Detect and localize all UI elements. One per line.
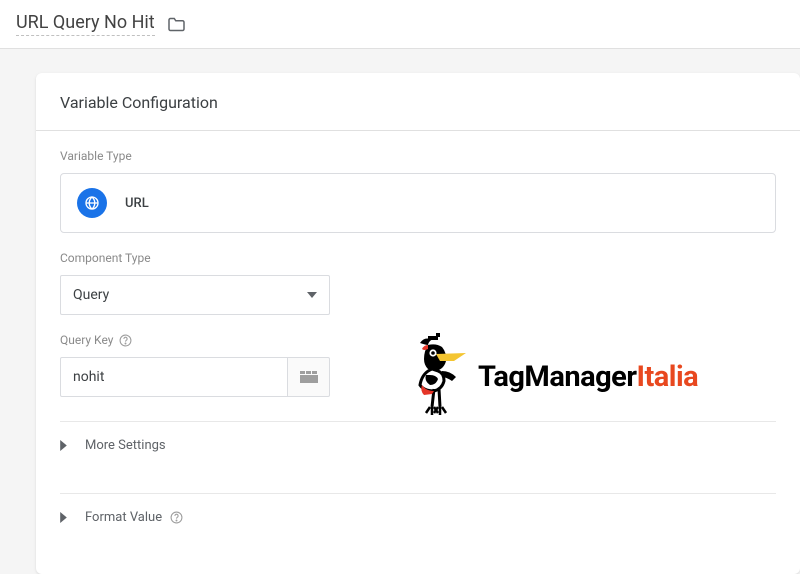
format-value-label: Format Value xyxy=(85,510,162,525)
page-title[interactable]: URL Query No Hit xyxy=(16,12,155,36)
logo-text-part2: Italia xyxy=(636,360,698,394)
page-header: URL Query No Hit xyxy=(0,0,800,49)
chevron-right-icon xyxy=(60,440,67,451)
variable-type-value: URL xyxy=(125,196,149,211)
chevron-down-icon xyxy=(307,292,317,298)
logo-text: TagManagerItalia xyxy=(478,360,698,394)
variable-picker-button[interactable] xyxy=(288,357,330,397)
help-icon[interactable] xyxy=(170,511,183,524)
folder-icon[interactable] xyxy=(167,17,186,32)
help-icon[interactable] xyxy=(119,334,132,347)
variable-type-section: Variable Type URL xyxy=(36,131,800,233)
query-key-value: nohit xyxy=(73,369,104,385)
query-key-label-text: Query Key xyxy=(60,333,113,347)
more-settings-toggle[interactable]: More Settings xyxy=(36,422,800,469)
globe-icon xyxy=(77,188,107,218)
component-type-value: Query xyxy=(73,287,109,303)
bird-logo-icon xyxy=(406,331,478,423)
chevron-right-icon xyxy=(60,512,67,523)
logo-text-part1: TagManager xyxy=(478,360,636,394)
format-value-toggle[interactable]: Format Value xyxy=(36,494,800,541)
variable-type-selector[interactable]: URL xyxy=(60,173,776,233)
component-type-label: Component Type xyxy=(60,251,330,265)
brick-icon xyxy=(300,371,318,383)
component-type-select[interactable]: Query xyxy=(60,275,330,315)
component-type-section: Component Type Query xyxy=(60,251,330,315)
variable-type-label: Variable Type xyxy=(60,149,776,163)
query-key-label: Query Key xyxy=(60,333,330,347)
query-key-input[interactable]: nohit xyxy=(60,357,288,397)
logo-watermark: TagManagerItalia xyxy=(406,331,698,423)
query-key-section: Query Key nohit xyxy=(60,333,330,397)
card-title: Variable Configuration xyxy=(36,73,800,131)
page-body: Variable Configuration Variable Type URL… xyxy=(0,49,800,574)
variable-config-card: Variable Configuration Variable Type URL… xyxy=(36,73,800,574)
more-settings-label: More Settings xyxy=(85,438,166,453)
